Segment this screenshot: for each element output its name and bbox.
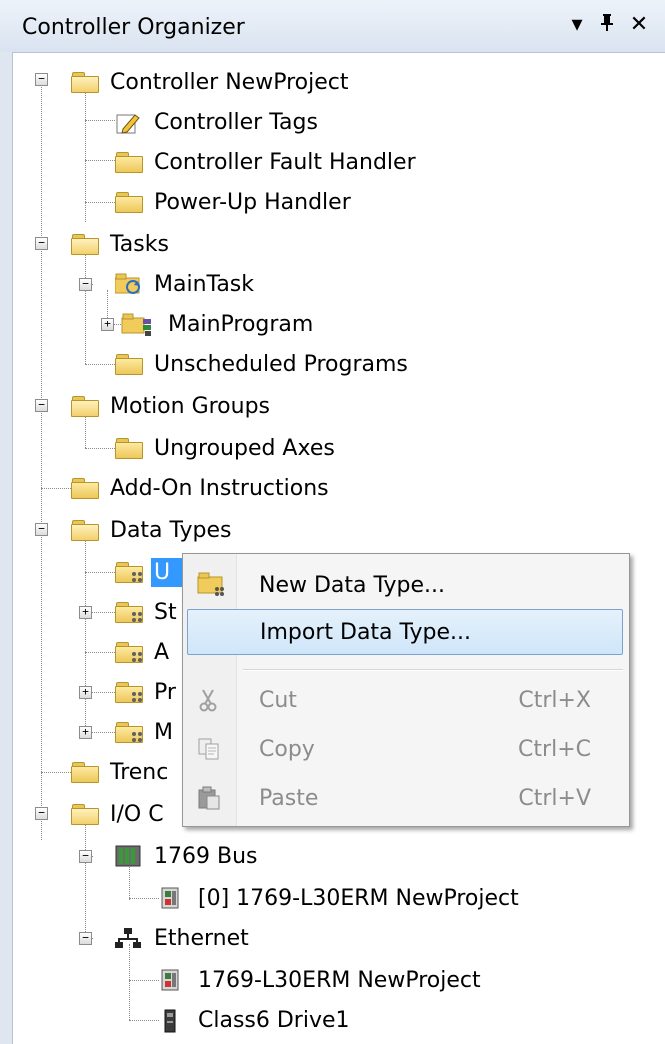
data-type-icon [115,562,143,583]
expand-toggle[interactable]: − [35,807,48,820]
data-type-icon [115,602,143,623]
data-type-icon [115,682,143,703]
organizer-title: Controller Organizer [22,15,245,40]
tree-node-main-program[interactable]: MainProgram [121,304,316,344]
folder-icon [115,438,143,459]
data-type-icon [115,642,143,663]
program-icon [121,313,157,336]
expand-toggle[interactable]: + [79,606,92,619]
organizer-titlebar: Controller Organizer ▾ ✕ [0,0,665,53]
tree-node-trends[interactable]: Trenc [71,752,171,792]
folder-open-icon [71,396,99,417]
folder-open-icon [71,234,99,255]
tree-node-predefined[interactable]: Pr [115,672,179,712]
menu-item-paste[interactable]: Paste Ctrl+V [187,776,623,820]
folder-open-icon [71,804,99,825]
expand-toggle[interactable]: − [79,932,92,945]
folder-open-icon [71,520,99,541]
tree-node-motion-groups[interactable]: Motion Groups [71,386,273,426]
tree-node-io-config[interactable]: I/O C [71,794,167,834]
folder-icon [115,152,143,173]
folder-icon [115,354,143,375]
drive-icon [159,1009,187,1033]
rack-icon [115,845,143,867]
module-icon [159,969,187,991]
tree-node-ungrouped-axes[interactable]: Ungrouped Axes [115,428,338,468]
expand-toggle[interactable]: − [79,278,92,291]
menu-item-import-data-type[interactable]: Import Data Type... [187,609,623,655]
menu-item-cut[interactable]: Cut Ctrl+X [187,678,623,722]
organizer-tree[interactable]: − Controller NewProject Controller Tags … [12,52,665,1044]
tree-node-data-types[interactable]: Data Types [71,510,235,550]
expand-toggle[interactable]: − [35,399,48,412]
folder-icon [71,478,99,499]
tree-node-powerup-handler[interactable]: Power-Up Handler [115,182,354,222]
pin-icon[interactable] [596,12,618,38]
tree-node-ethernet[interactable]: Ethernet [115,918,252,958]
tree-node-strings[interactable]: St [115,592,180,632]
dropdown-icon[interactable]: ▾ [566,12,588,37]
tree-node-1769-bus[interactable]: 1769 Bus [115,836,260,876]
network-icon [115,927,143,949]
data-type-icon [115,722,143,743]
expand-toggle[interactable]: + [101,318,114,331]
tree-node-drive[interactable]: Class6 Drive1 [159,1000,353,1040]
paste-icon [197,786,221,816]
expand-toggle[interactable]: − [35,237,48,250]
data-type-icon [197,571,227,603]
menu-item-new-data-type[interactable]: New Data Type... [187,563,623,607]
tree-node-controller-tags[interactable]: Controller Tags [115,102,321,142]
tree-node-fault-handler[interactable]: Controller Fault Handler [115,142,419,182]
tree-node-controller[interactable]: Controller NewProject [71,62,351,102]
close-icon[interactable]: ✕ [628,12,650,37]
menu-item-copy[interactable]: Copy Ctrl+C [187,727,623,771]
tree-node-aoi[interactable]: Add-On Instructions [71,468,332,508]
module-icon [159,887,187,909]
folder-icon [71,762,99,783]
folder-icon [115,192,143,213]
tag-pencil-icon [115,111,143,134]
tree-node-module-defined[interactable]: M [115,712,176,752]
expand-toggle[interactable]: + [79,686,92,699]
tree-node-tasks[interactable]: Tasks [71,224,172,264]
tree-node-l30erm-slot[interactable]: [0] 1769-L30ERM NewProject [159,878,522,918]
tree-node-addon-defined[interactable]: A [115,632,172,672]
expand-toggle[interactable]: − [79,850,92,863]
expand-toggle[interactable]: + [79,726,92,739]
expand-toggle[interactable]: − [35,523,48,536]
scissors-icon [197,688,219,718]
task-icon [114,273,143,295]
expand-toggle[interactable]: − [35,73,48,86]
tree-node-main-task[interactable]: MainTask [114,264,257,304]
copy-icon [197,737,221,767]
menu-separator [243,669,623,671]
folder-open-icon [71,72,99,93]
context-menu: New Data Type... Import Data Type... Cut… [182,553,630,827]
tree-node-unscheduled[interactable]: Unscheduled Programs [115,344,411,384]
tree-node-l30erm[interactable]: 1769-L30ERM NewProject [159,960,484,1000]
